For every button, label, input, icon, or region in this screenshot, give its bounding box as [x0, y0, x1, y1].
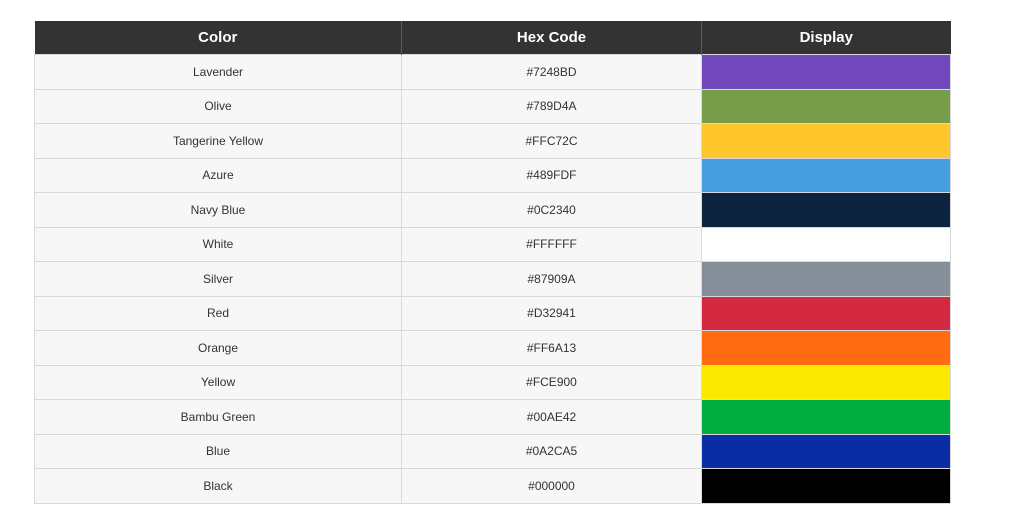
hex-code-cell: #87909A — [401, 261, 702, 297]
color-swatch — [701, 261, 951, 297]
color-name-cell: Azure — [34, 157, 402, 193]
table-row: Yellow #FCE900 — [34, 364, 951, 400]
color-swatch — [701, 226, 951, 262]
table-row: Bambu Green #00AE42 — [34, 399, 951, 435]
hex-code-cell: #0C2340 — [401, 192, 702, 228]
color-name-cell: Red — [34, 295, 402, 331]
table-row: White #FFFFFF — [34, 226, 951, 262]
header-row: Color Hex Code Display — [34, 21, 951, 55]
color-name-cell: Lavender — [34, 54, 402, 90]
table-row: Olive #789D4A — [34, 88, 951, 124]
hex-code-cell: #00AE42 — [401, 399, 702, 435]
color-name-cell: Orange — [34, 330, 402, 366]
color-swatch — [701, 364, 951, 400]
table-body: Lavender #7248BD Olive #789D4A Tangerine Yel… — [34, 54, 951, 504]
hex-code-cell: #FFC72C — [401, 123, 702, 159]
hex-code-cell: #789D4A — [401, 88, 702, 124]
hex-code-cell: #489FDF — [401, 157, 702, 193]
color-name-cell: Silver — [34, 261, 402, 297]
color-swatch — [701, 54, 951, 90]
color-swatch — [701, 399, 951, 435]
hex-code-cell: #D32941 — [401, 295, 702, 331]
color-swatch — [701, 433, 951, 469]
color-name-cell: Olive — [34, 88, 402, 124]
table-row: Tangerine Yellow #FFC72C — [34, 123, 951, 159]
color-name-cell: Blue — [34, 433, 402, 469]
header-display: Display — [701, 21, 951, 55]
color-name-cell: Yellow — [34, 364, 402, 400]
table-row: Blue #0A2CA5 — [34, 433, 951, 469]
color-table: Color Hex Code Display Lavender #7248BD Ol… — [34, 21, 951, 504]
hex-code-cell: #000000 — [401, 468, 702, 504]
color-swatch — [701, 157, 951, 193]
table-header: Color Hex Code Display — [34, 21, 951, 55]
color-swatch — [701, 330, 951, 366]
table-row: Lavender #7248BD — [34, 54, 951, 90]
color-swatch — [701, 468, 951, 504]
color-name-cell: White — [34, 226, 402, 262]
table-row: Red #D32941 — [34, 295, 951, 331]
hex-code-cell: #FF6A13 — [401, 330, 702, 366]
hex-code-cell: #FCE900 — [401, 364, 702, 400]
hex-code-cell: #FFFFFF — [401, 226, 702, 262]
table-row: Silver #87909A — [34, 261, 951, 297]
table-row: Azure #489FDF — [34, 157, 951, 193]
color-swatch — [701, 295, 951, 331]
color-swatch — [701, 123, 951, 159]
table-row: Navy Blue #0C2340 — [34, 192, 951, 228]
header-color: Color — [34, 21, 402, 55]
table-row: Black #000000 — [34, 468, 951, 504]
hex-code-cell: #7248BD — [401, 54, 702, 90]
color-swatch — [701, 192, 951, 228]
color-table-container: Color Hex Code Display Lavender #7248BD Ol… — [34, 21, 951, 504]
color-swatch — [701, 88, 951, 124]
color-name-cell: Black — [34, 468, 402, 504]
color-name-cell: Navy Blue — [34, 192, 402, 228]
header-hex-code: Hex Code — [401, 21, 702, 55]
color-name-cell: Bambu Green — [34, 399, 402, 435]
table-row: Orange #FF6A13 — [34, 330, 951, 366]
color-name-cell: Tangerine Yellow — [34, 123, 402, 159]
hex-code-cell: #0A2CA5 — [401, 433, 702, 469]
